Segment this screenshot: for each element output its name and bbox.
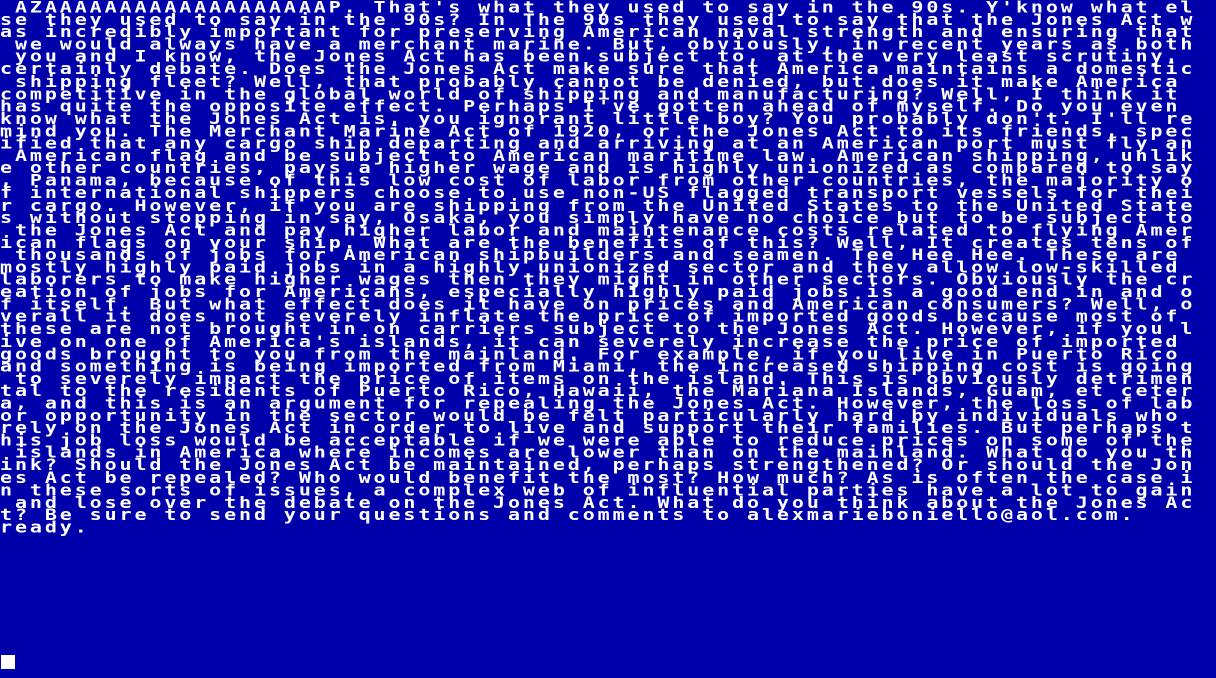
terminal-output: AZAAAAAAAAAAAAAAAAAAAP. That's what they…	[0, 0, 1216, 535]
ready-prompt: ready.	[0, 516, 90, 537]
terminal-screen[interactable]: AZAAAAAAAAAAAAAAAAAAAP. That's what they…	[0, 0, 1216, 678]
block-cursor-icon	[1, 655, 15, 669]
terminal-line: t? Be sure to send your questions and co…	[0, 504, 1136, 525]
